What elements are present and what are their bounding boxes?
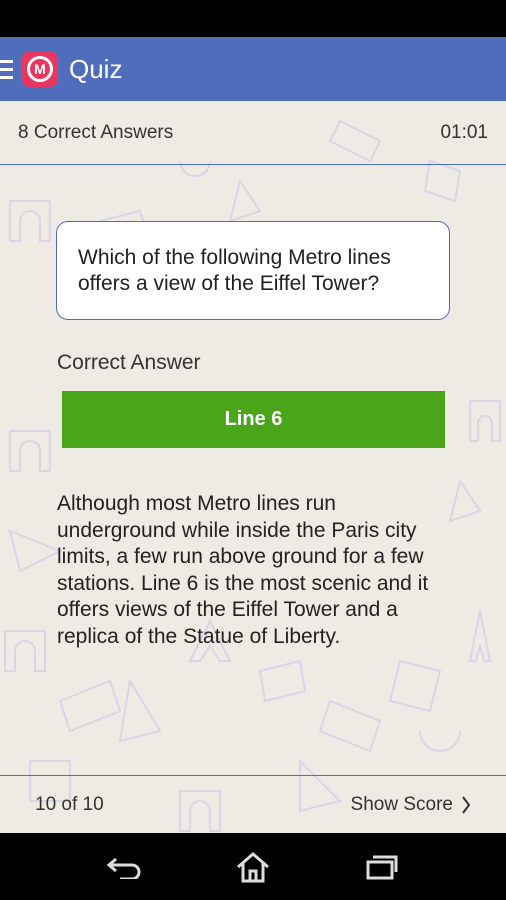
- explanation-text: Although most Metro lines run undergroun…: [57, 492, 429, 648]
- correct-answer-label: Correct Answer: [57, 351, 201, 374]
- show-score-label: Show Score: [350, 793, 453, 815]
- timer: 01:01: [440, 121, 488, 143]
- progress-text: 10 of 10: [35, 793, 104, 815]
- system-nav-bar: [0, 833, 506, 900]
- app-title: Quiz: [69, 53, 123, 84]
- info-bar: 8 Correct Answers 01:01: [0, 101, 506, 165]
- question-card: Which of the following Metro lines offer…: [56, 221, 450, 320]
- menu-icon[interactable]: [0, 37, 18, 101]
- quiz-footer: 10 of 10 Show Score: [0, 775, 506, 833]
- correct-answers-count: 8 Correct Answers: [18, 121, 174, 143]
- correct-answer-button[interactable]: Line 6: [62, 391, 445, 448]
- chevron-right-icon: [462, 795, 471, 814]
- recent-apps-icon[interactable]: [357, 847, 407, 887]
- show-score-button[interactable]: Show Score: [351, 794, 471, 816]
- home-icon[interactable]: [228, 847, 278, 887]
- app-bar: M Quiz: [0, 37, 506, 101]
- question-text: Which of the following Metro lines offer…: [78, 246, 391, 295]
- back-icon[interactable]: [99, 847, 149, 887]
- app-logo[interactable]: M: [22, 51, 58, 87]
- quiz-content: 8 Correct Answers 01:01 Which of the fol…: [0, 101, 506, 833]
- background-pattern: [4, 119, 501, 832]
- logo-letter: M: [27, 56, 53, 82]
- status-bar: [0, 0, 506, 37]
